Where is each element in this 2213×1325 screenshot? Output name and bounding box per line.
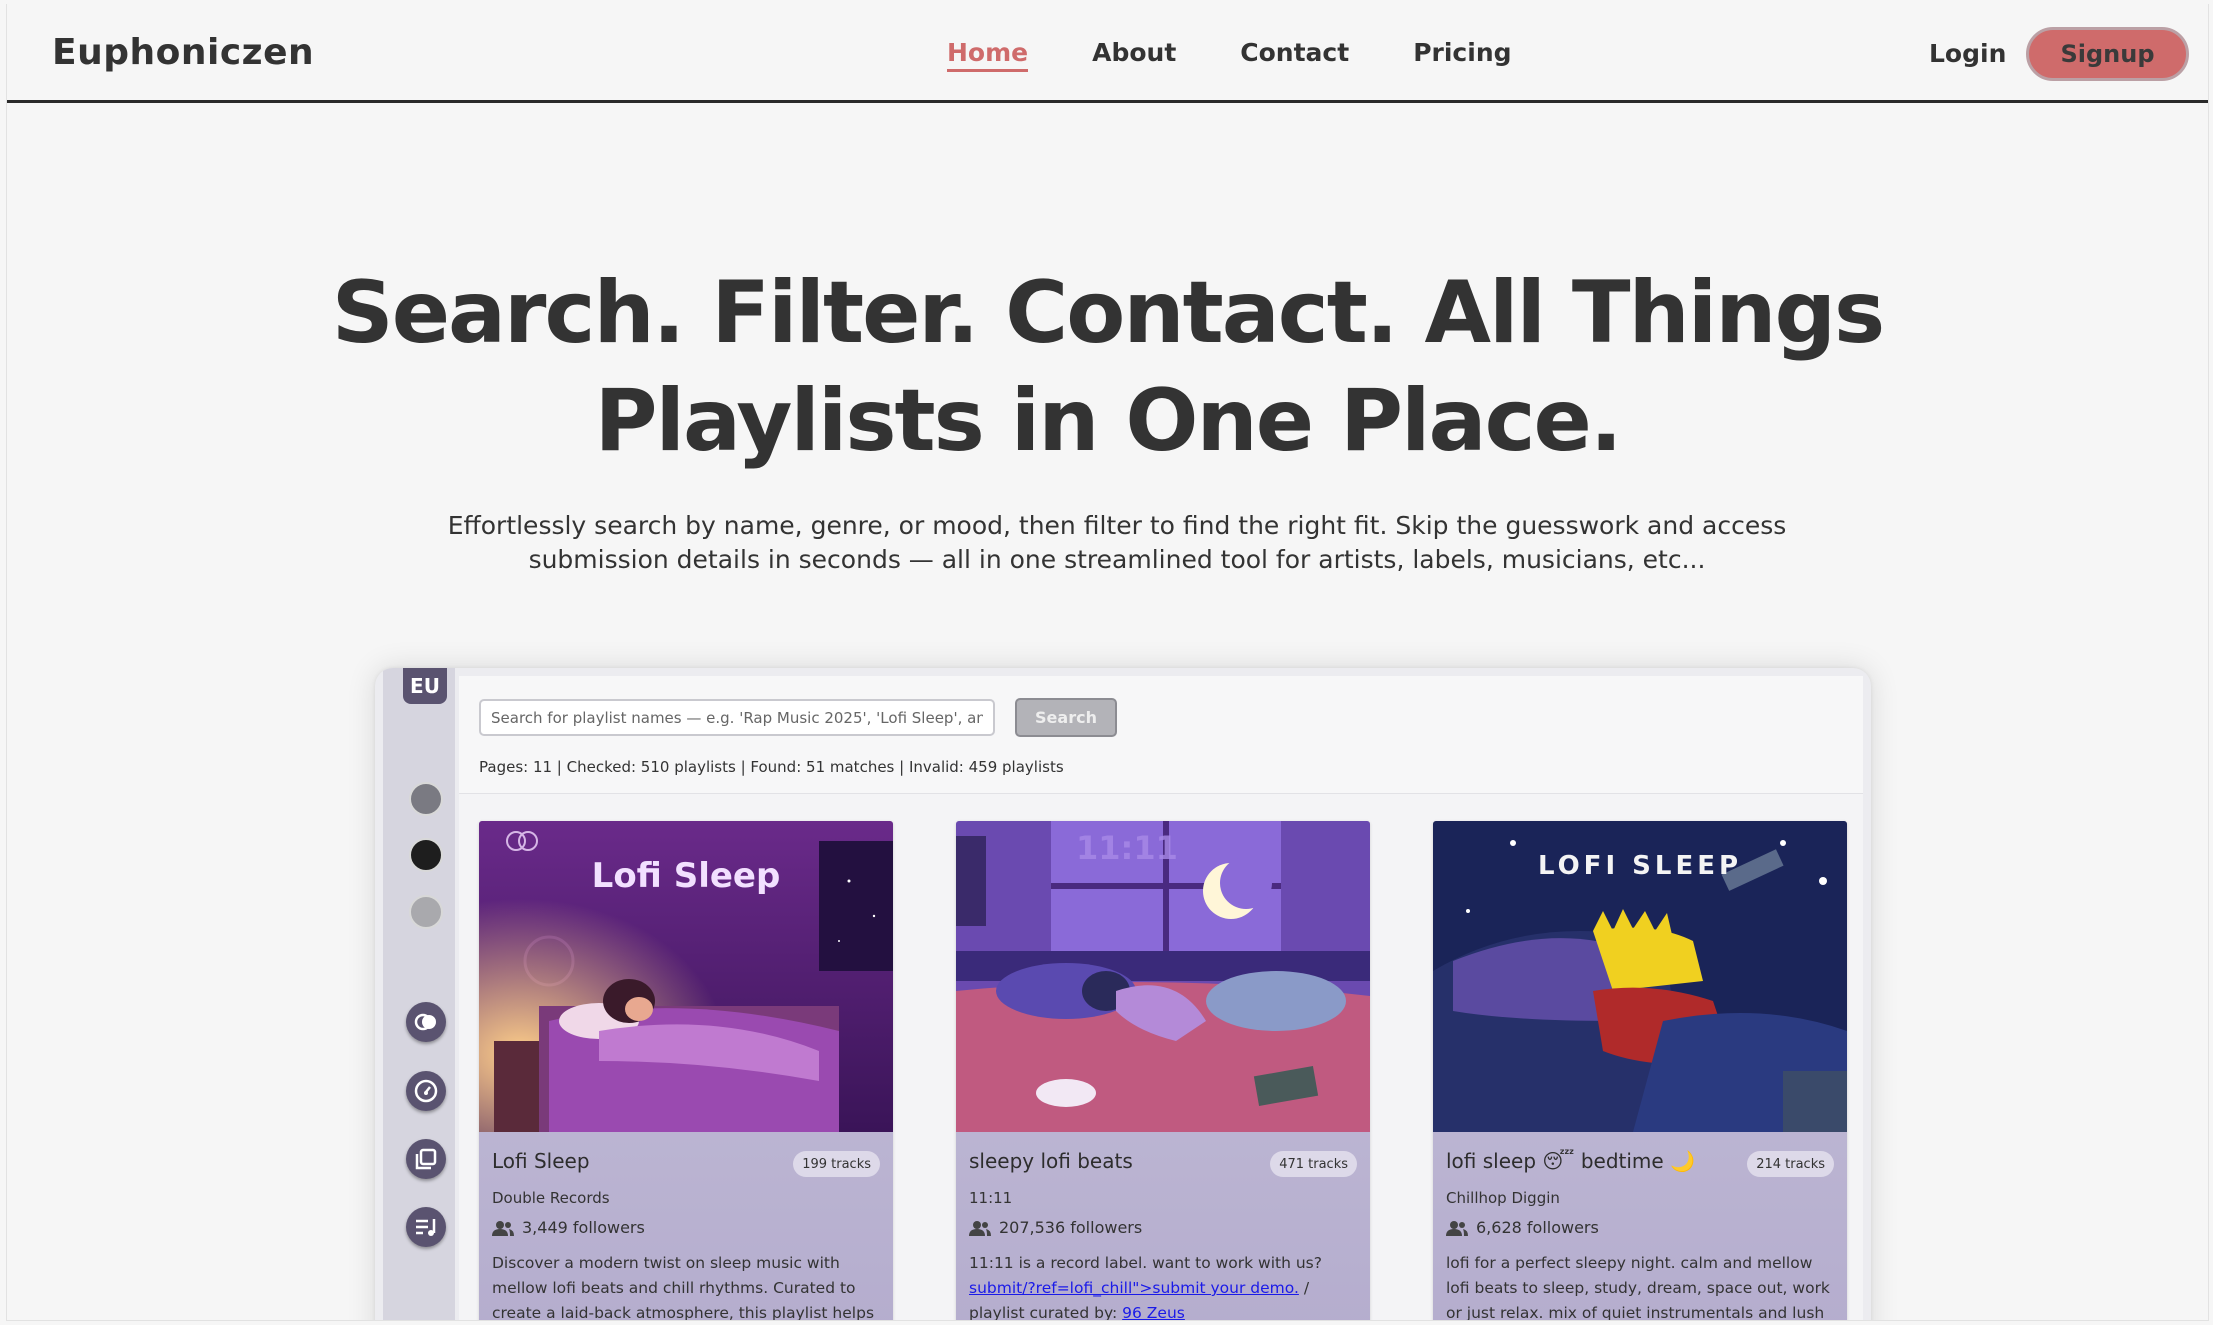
top-navbar: Euphoniczen Home About Contact Pricing L… [7, 4, 2208, 103]
playlist-card[interactable]: Lofi Sleep Lofi Sleep 199 tracks Double … [479, 821, 893, 1321]
playlist-card[interactable]: LOFI SLEEP lofi sleep 😴 bedtime 🌙 214 tr… [1433, 821, 1847, 1321]
hero-subtitle: Effortlessly search by name, genre, or m… [407, 509, 1827, 577]
playlist-owner: 11:11 [969, 1189, 1013, 1207]
login-link[interactable]: Login [1929, 39, 2006, 68]
playlist-name[interactable]: Lofi Sleep [492, 1149, 590, 1173]
theme-dot-light[interactable] [409, 895, 443, 929]
curator-label: playlist curated by: [969, 1304, 1118, 1321]
theme-dot-gray[interactable] [409, 782, 443, 816]
nav-link-about[interactable]: About [1092, 38, 1176, 72]
cover-art-title: Lofi Sleep [591, 856, 781, 896]
collections-icon[interactable] [406, 1139, 446, 1179]
hero-title: Search. Filter. Contact. All Things Play… [7, 259, 2208, 475]
app-main-panel: Search Pages: 11 | Checked: 510 playlist… [459, 676, 1863, 1321]
app-search-bar: Search Pages: 11 | Checked: 510 playlist… [459, 676, 1863, 794]
hero-title-line-2: Playlists in One Place. [594, 371, 1622, 471]
cover-art-title: LOFI SLEEP [1537, 851, 1743, 881]
hero-subtitle-line-2: submission details in seconds — all in o… [528, 545, 1706, 574]
app-preview: EU Search Pages: 11 | Checked: 510 playl… [375, 668, 1871, 1321]
playlist-name[interactable]: lofi sleep 😴 bedtime 🌙 [1446, 1149, 1695, 1173]
brand-logo[interactable]: Euphoniczen [52, 32, 314, 73]
followers-count: 207,536 followers [999, 1218, 1143, 1237]
submit-demo-link[interactable]: submit/?ref=lofi_chill">submit your demo… [969, 1279, 1299, 1297]
page-frame: Euphoniczen Home About Contact Pricing L… [6, 4, 2209, 1321]
playlist-cover-art: LOFI SLEEP [1433, 821, 1847, 1132]
hero-title-line-1: Search. Filter. Contact. All Things [331, 263, 1886, 363]
nav-link-home[interactable]: Home [947, 38, 1029, 72]
followers-count: 6,628 followers [1476, 1218, 1599, 1237]
track-count-badge: 214 tracks [1747, 1151, 1834, 1177]
track-count-badge: 471 tracks [1270, 1151, 1357, 1177]
nav-links: Home About Contact Pricing [947, 38, 1512, 72]
theme-dot-black[interactable] [409, 838, 443, 872]
dashboard-icon[interactable] [406, 1071, 446, 1111]
description-separator: / [1303, 1279, 1310, 1297]
people-icon [1446, 1220, 1468, 1236]
followers-row: 3,449 followers [492, 1218, 645, 1237]
curator-link[interactable]: 96 Zeus [1122, 1304, 1185, 1320]
signup-button[interactable]: Signup [2026, 27, 2189, 81]
track-count-badge: 199 tracks [793, 1151, 880, 1177]
cover-art-title: 11:11 [1076, 829, 1178, 867]
search-stats: Pages: 11 | Checked: 510 playlists | Fou… [479, 758, 1064, 776]
contrast-icon[interactable] [406, 1002, 446, 1042]
search-button[interactable]: Search [1015, 698, 1117, 737]
playlist-description: Discover a modern twist on sleep music w… [492, 1254, 875, 1321]
playlist-owner: Chillhop Diggin [1446, 1189, 1560, 1207]
hero-subtitle-line-1: Effortlessly search by name, genre, or m… [447, 511, 1787, 540]
people-icon [969, 1220, 991, 1236]
playlist-owner: Double Records [492, 1189, 610, 1207]
playlist-description: lofi for a perfect sleepy night. calm an… [1446, 1254, 1830, 1321]
playlist-search-input[interactable] [479, 699, 995, 736]
followers-row: 6,628 followers [1446, 1218, 1599, 1237]
side-rail: EU [383, 668, 455, 1320]
followers-count: 3,449 followers [522, 1218, 645, 1237]
nav-link-contact[interactable]: Contact [1240, 38, 1349, 72]
people-icon [492, 1220, 514, 1236]
playlist-cover-art: 11:11 [956, 821, 1370, 1132]
playlist-card[interactable]: 11:11 sleepy lofi beats 471 tracks 11:11… [956, 821, 1370, 1321]
nav-link-pricing[interactable]: Pricing [1413, 38, 1511, 72]
playlist-description: 11:11 is a record label. want to work wi… [969, 1251, 1359, 1321]
followers-row: 207,536 followers [969, 1218, 1142, 1237]
playlist-cover-art: Lofi Sleep [479, 821, 893, 1132]
playlist-icon[interactable] [406, 1207, 446, 1247]
rail-logo[interactable]: EU [403, 668, 447, 704]
playlist-name[interactable]: sleepy lofi beats [969, 1149, 1133, 1173]
description-line-1: 11:11 is a record label. want to work wi… [969, 1254, 1322, 1272]
